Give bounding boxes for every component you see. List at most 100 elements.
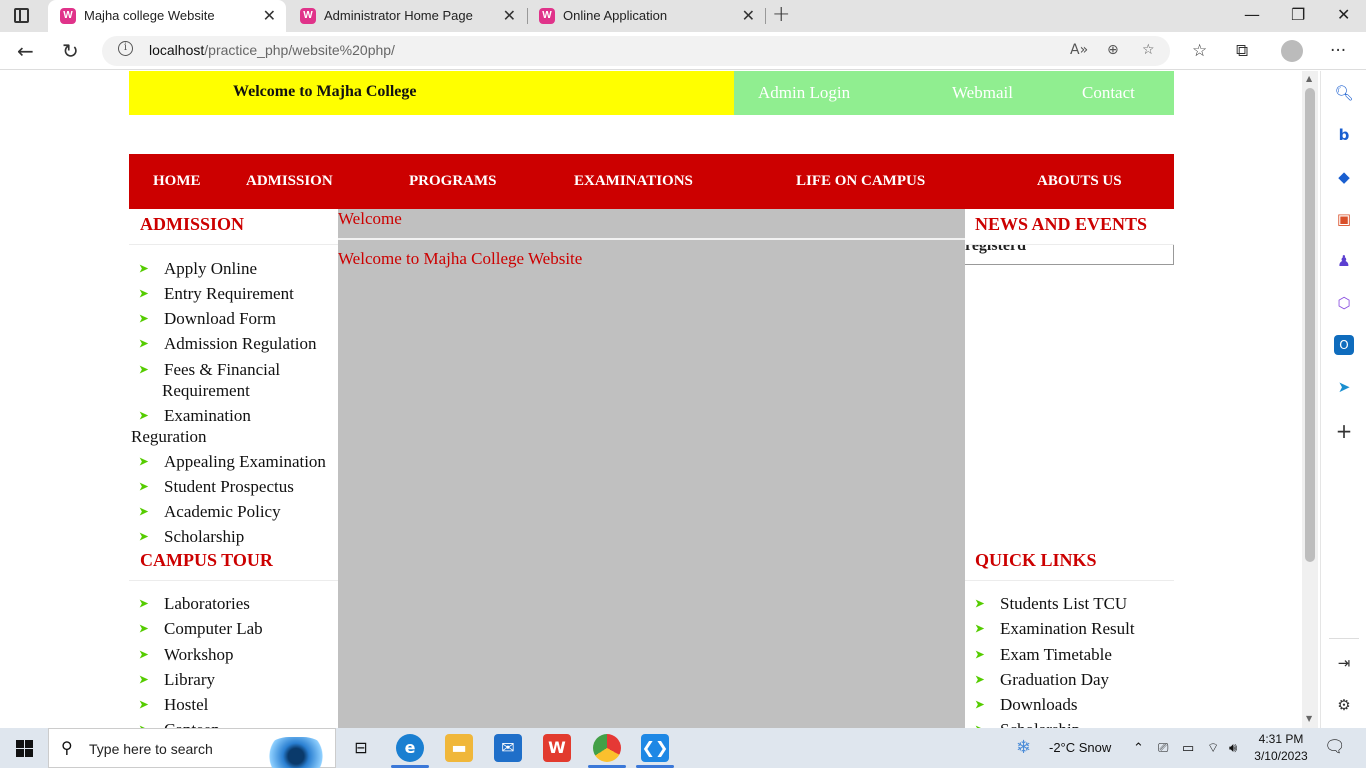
nav-programs[interactable]: PROGRAMS (409, 173, 497, 190)
wps-office-icon[interactable]: W (543, 734, 571, 762)
link-scholarship-quick[interactable]: Scholarship (1000, 719, 1080, 728)
close-tab-icon[interactable]: ✕ (742, 6, 755, 26)
link-library[interactable]: Library (164, 669, 215, 690)
battery-icon[interactable]: ▭ (1182, 740, 1194, 756)
tab-actions-icon[interactable] (14, 8, 29, 23)
wifi-icon[interactable]: ⌔ (1207, 740, 1219, 756)
bullet-arrow-icon: ➤ (975, 698, 985, 711)
welcome-banner: Welcome to Majha College (129, 71, 734, 115)
link-computer-lab[interactable]: Computer Lab (164, 618, 263, 639)
chrome-icon[interactable] (593, 734, 621, 762)
left-sidebar: ADMISSION ➤ Apply Online ➤ Entry Require… (129, 209, 338, 728)
bing-icon[interactable]: b (1334, 125, 1354, 145)
games-icon[interactable]: ♟ (1334, 251, 1354, 271)
contact-link[interactable]: Contact (1082, 83, 1135, 103)
tab-administrator-home[interactable]: W Administrator Home Page ✕ (288, 0, 526, 32)
link-exam-timetable[interactable]: Exam Timetable (1000, 644, 1112, 665)
collections-icon[interactable]: ⧉ (1236, 41, 1248, 61)
tab-majha-college[interactable]: W Majha college Website ✕ (48, 0, 286, 32)
weather-snow-icon[interactable]: ❄ (1016, 737, 1031, 758)
link-hostel[interactable]: Hostel (164, 694, 208, 715)
profile-avatar[interactable] (1281, 40, 1303, 62)
show-hidden-icons-icon[interactable]: ⌃ (1133, 740, 1144, 756)
new-tab-icon[interactable]: + (772, 2, 790, 27)
edge-browser-icon[interactable]: e (396, 734, 424, 762)
link-graduation-day[interactable]: Graduation Day (1000, 669, 1109, 690)
bullet-arrow-icon: ➤ (139, 312, 149, 325)
tab-online-application[interactable]: W Online Application ✕ (527, 0, 765, 32)
tools-icon[interactable]: ▣ (1334, 209, 1354, 229)
shopping-tag-icon[interactable]: ◆ (1334, 167, 1354, 187)
page-scrollbar[interactable]: ▲ ▼ (1302, 71, 1318, 728)
nav-admission[interactable]: ADMISSION (246, 173, 333, 190)
scroll-down-icon[interactable]: ▼ (1306, 714, 1312, 723)
zoom-icon[interactable]: ⊕ (1107, 42, 1119, 58)
link-academic-policy[interactable]: Academic Policy (164, 501, 281, 522)
mail-icon[interactable]: ✉ (494, 734, 522, 762)
site-info-icon[interactable]: i (118, 41, 133, 56)
add-icon[interactable]: + (1334, 421, 1354, 441)
link-student-prospectus[interactable]: Student Prospectus (164, 476, 294, 497)
office-icon[interactable]: ⬡ (1334, 293, 1354, 313)
outlook-icon[interactable]: O (1334, 335, 1354, 355)
volume-icon[interactable]: 🔊︎ (1229, 740, 1237, 756)
file-explorer-icon[interactable]: ▬ (445, 734, 473, 762)
admission-heading: ADMISSION (140, 214, 245, 234)
refresh-icon[interactable]: ↻ (62, 39, 79, 63)
taskbar-search[interactable]: ⚲ Type here to search (48, 728, 336, 768)
read-aloud-icon[interactable]: A» (1070, 42, 1088, 58)
link-admission-regulation[interactable]: Admission Regulation (164, 333, 317, 354)
favorites-icon[interactable]: ☆ (1192, 41, 1207, 61)
hide-sidebar-icon[interactable]: ⇥ (1334, 653, 1354, 673)
nav-examinations[interactable]: EXAMINATIONS (574, 173, 693, 190)
windows-start-icon[interactable] (16, 740, 33, 757)
link-laboratories[interactable]: Laboratories (164, 593, 250, 614)
link-apply-online[interactable]: Apply Online (164, 258, 257, 279)
news-ticker[interactable]: registerd (965, 245, 1174, 265)
link-downloads[interactable]: Downloads (1000, 694, 1077, 715)
url-text[interactable]: localhost/practice_php/website%20php/ (149, 42, 395, 58)
restore-icon[interactable]: ❐ (1291, 5, 1305, 24)
task-view-icon[interactable]: ⊟ (347, 734, 375, 762)
nav-home[interactable]: HOME (153, 173, 201, 190)
scroll-up-icon[interactable]: ▲ (1306, 74, 1312, 83)
link-examination[interactable]: Examination (164, 405, 251, 426)
quick-links-heading: QUICK LINKS (975, 550, 1097, 570)
tab-title: Online Application (563, 8, 668, 23)
webmail-link[interactable]: Webmail (952, 83, 1013, 103)
add-favorite-icon[interactable]: ☆ (1142, 42, 1155, 58)
meet-now-icon[interactable]: ⎚ (1158, 740, 1168, 756)
link-appealing-examination[interactable]: Appealing Examination (164, 451, 326, 472)
notifications-icon[interactable]: 🗨︎ (1324, 737, 1346, 757)
link-entry-requirement[interactable]: Entry Requirement (164, 283, 294, 304)
link-canteen[interactable]: Canteen (164, 719, 220, 728)
close-window-icon[interactable]: ✕ (1337, 5, 1350, 24)
link-download-form[interactable]: Download Form (164, 308, 276, 329)
send-icon[interactable]: ➤ (1334, 377, 1354, 397)
link-examination-cont[interactable]: Reguration (131, 426, 207, 447)
scrollbar-thumb[interactable] (1305, 88, 1315, 562)
nav-life-on-campus[interactable]: LIFE ON CAMPUS (796, 173, 925, 190)
admin-login-link[interactable]: Admin Login (758, 83, 850, 103)
link-fees-financial[interactable]: Fees & Financial (164, 359, 280, 380)
link-scholarship[interactable]: Scholarship (164, 526, 244, 547)
link-workshop[interactable]: Workshop (164, 644, 233, 665)
link-fees-financial-cont[interactable]: Requirement (162, 380, 250, 401)
close-tab-icon[interactable]: ✕ (503, 6, 516, 26)
bullet-arrow-icon: ➤ (975, 673, 985, 686)
sidebar-settings-icon[interactable]: ⚙ (1334, 695, 1354, 715)
clock[interactable]: 4:31 PM 3/10/2023 (1254, 731, 1308, 765)
link-students-list-tcu[interactable]: Students List TCU (1000, 593, 1127, 614)
minimize-icon[interactable]: — (1244, 5, 1260, 24)
close-tab-icon[interactable]: ✕ (263, 6, 276, 26)
link-examination-result[interactable]: Examination Result (1000, 618, 1135, 639)
nav-abouts-us[interactable]: ABOUTS US (1037, 173, 1122, 190)
bullet-arrow-icon: ➤ (975, 597, 985, 610)
clock-date: 3/10/2023 (1254, 749, 1308, 763)
address-bar[interactable]: i localhost/practice_php/website%20php/ … (102, 36, 1170, 66)
search-icon[interactable]: 🔍︎ (1334, 83, 1354, 103)
settings-more-icon[interactable]: ··· (1330, 41, 1346, 61)
back-icon[interactable]: ← (17, 39, 34, 63)
weather-text[interactable]: -2°C Snow (1049, 740, 1111, 755)
vscode-icon[interactable]: ❮❯ (641, 734, 669, 762)
